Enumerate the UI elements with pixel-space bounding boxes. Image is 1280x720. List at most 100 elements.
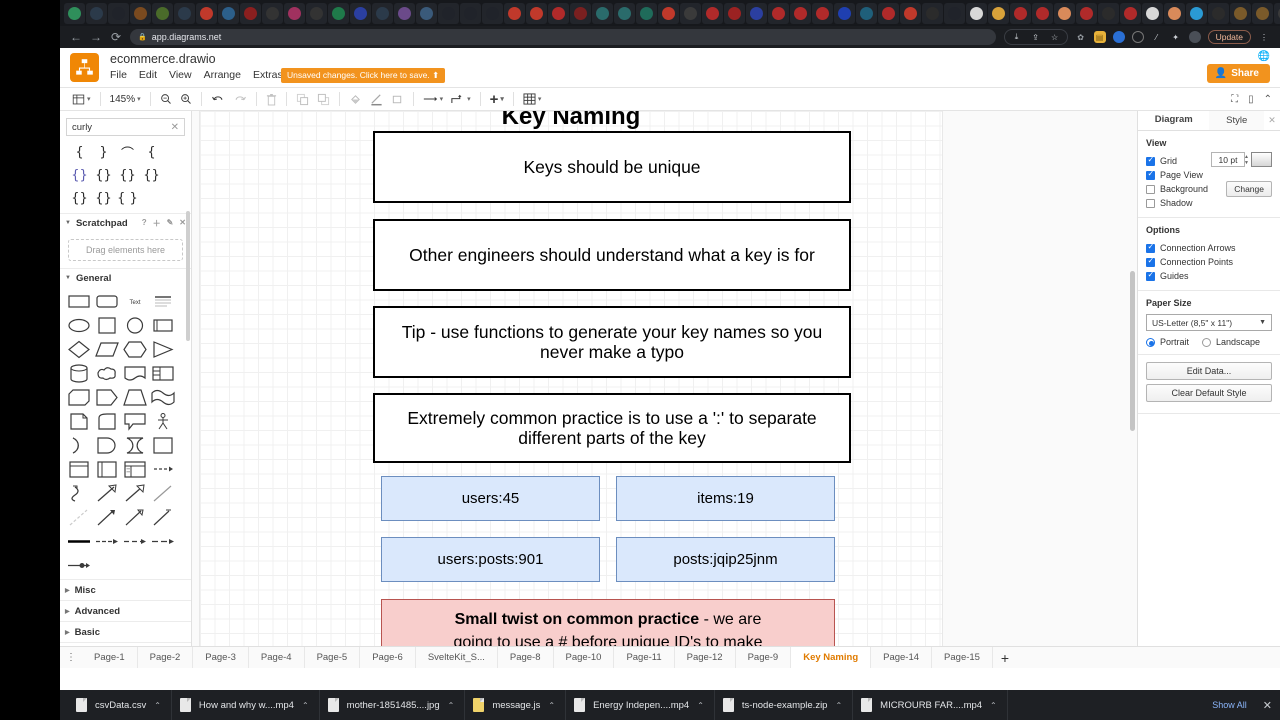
pen-extension-icon[interactable]: ⁄ bbox=[1151, 31, 1163, 43]
shape-result-glyph[interactable]: {} bbox=[116, 165, 139, 186]
browser-tab[interactable] bbox=[1230, 2, 1251, 24]
browser-tab[interactable] bbox=[218, 2, 239, 24]
general-shape[interactable] bbox=[151, 460, 175, 479]
grid-color-swatch[interactable] bbox=[1251, 152, 1272, 167]
add-page-button[interactable]: + bbox=[993, 650, 1017, 666]
chevron-up-icon[interactable]: ⌃ bbox=[835, 701, 842, 710]
general-shape[interactable] bbox=[95, 460, 119, 479]
connection-arrow-icon[interactable]: ▾ bbox=[419, 89, 448, 109]
browser-tab[interactable] bbox=[768, 2, 789, 24]
install-icon[interactable]: ⤓ bbox=[1011, 31, 1023, 43]
background-checkbox[interactable] bbox=[1146, 184, 1155, 194]
connection-points-row[interactable]: Connection Points bbox=[1146, 255, 1272, 269]
browser-tab[interactable] bbox=[1054, 2, 1075, 24]
download-item[interactable]: mother-1851485....jpg ⌃ bbox=[320, 690, 466, 720]
extensions-puzzle-icon[interactable]: ✿ bbox=[1075, 31, 1087, 43]
browser-tab[interactable] bbox=[988, 2, 1009, 24]
general-shape[interactable] bbox=[123, 364, 147, 383]
address-bar[interactable]: 🔒 app.diagrams.net bbox=[130, 29, 996, 45]
general-shape[interactable] bbox=[67, 532, 91, 551]
shape-result-glyph[interactable]: {} bbox=[140, 165, 163, 186]
browser-tab[interactable] bbox=[944, 2, 965, 24]
browser-tab[interactable] bbox=[526, 2, 547, 24]
general-shape[interactable] bbox=[95, 532, 119, 551]
page-menu-icon[interactable]: ⋮ bbox=[60, 652, 82, 663]
browser-tab[interactable] bbox=[438, 2, 459, 24]
update-button[interactable]: Update bbox=[1207, 30, 1251, 44]
general-shape[interactable] bbox=[151, 532, 175, 551]
pencil-icon[interactable]: ✎ bbox=[167, 218, 174, 229]
general-shape[interactable] bbox=[123, 436, 147, 455]
close-icon[interactable]: ✕ bbox=[1263, 699, 1272, 712]
bring-to-front-icon[interactable] bbox=[292, 89, 313, 109]
grid-size-stepper[interactable]: ▲ ▼ bbox=[1243, 152, 1250, 167]
browser-tab[interactable] bbox=[548, 2, 569, 24]
browser-tab[interactable] bbox=[878, 2, 899, 24]
change-background-button[interactable]: Change bbox=[1226, 181, 1272, 197]
page-tab-page-8[interactable]: Page-8 bbox=[498, 647, 554, 668]
browser-tab[interactable] bbox=[834, 2, 855, 24]
chevron-up-icon[interactable]: ⌃ bbox=[154, 701, 161, 710]
shape-items-19[interactable]: items:19 bbox=[616, 476, 835, 521]
general-shape[interactable] bbox=[123, 460, 147, 479]
chevron-up-icon[interactable]: ⌃ bbox=[548, 701, 555, 710]
browser-tab[interactable] bbox=[196, 2, 217, 24]
shape-result-glyph[interactable]: ⌒ bbox=[116, 142, 139, 163]
general-shape[interactable] bbox=[67, 292, 91, 311]
background-checkbox-row[interactable]: Background Change bbox=[1146, 181, 1272, 197]
browser-tab[interactable] bbox=[174, 2, 195, 24]
collapse-icon[interactable]: ⌃ bbox=[1264, 94, 1272, 105]
plus-icon[interactable]: ＋ bbox=[153, 218, 161, 229]
browser-tab[interactable] bbox=[1186, 2, 1207, 24]
format-panel-icon[interactable]: ▯ bbox=[1248, 94, 1254, 105]
browser-tab[interactable] bbox=[262, 2, 283, 24]
page-tab-page-10[interactable]: Page-10 bbox=[554, 647, 615, 668]
grid-checkbox-row[interactable]: Grid 10 pt ▲▼ bbox=[1146, 152, 1272, 168]
page-view-checkbox[interactable] bbox=[1146, 169, 1155, 180]
download-item[interactable]: message.js ⌃ bbox=[465, 690, 567, 720]
page-tab-page-5[interactable]: Page-5 bbox=[305, 647, 361, 668]
browser-tab[interactable] bbox=[856, 2, 877, 24]
paper-size-select[interactable]: US-Letter (8,5" x 11") ▼ bbox=[1146, 314, 1272, 331]
browser-tab[interactable] bbox=[658, 2, 679, 24]
browser-tab[interactable] bbox=[1164, 2, 1185, 24]
connection-arrows-row[interactable]: Connection Arrows bbox=[1146, 241, 1272, 255]
browser-tab[interactable] bbox=[812, 2, 833, 24]
page-tab-sveltekit-s[interactable]: SvelteKit_S... bbox=[416, 647, 498, 668]
browser-tab[interactable] bbox=[108, 2, 129, 24]
reload-icon[interactable]: ⟳ bbox=[106, 30, 126, 44]
fill-color-icon[interactable] bbox=[345, 89, 366, 109]
general-shape[interactable] bbox=[95, 292, 119, 311]
close-icon[interactable]: ✕ bbox=[171, 122, 179, 133]
general-shape[interactable] bbox=[151, 412, 175, 431]
general-shape[interactable] bbox=[151, 292, 175, 311]
shape-result-glyph[interactable]: {} bbox=[68, 165, 91, 186]
notes-extension-icon[interactable]: ▤ bbox=[1093, 31, 1106, 43]
forward-icon[interactable]: → bbox=[86, 30, 106, 44]
browser-tab[interactable] bbox=[394, 2, 415, 24]
general-shape[interactable] bbox=[95, 412, 119, 431]
download-item[interactable]: csvData.csv ⌃ bbox=[68, 690, 172, 720]
close-icon[interactable]: ✕ bbox=[179, 218, 186, 229]
connection-points-checkbox[interactable] bbox=[1146, 256, 1155, 267]
general-shape[interactable] bbox=[95, 340, 119, 359]
browser-tab[interactable] bbox=[130, 2, 151, 24]
general-shape[interactable] bbox=[151, 388, 175, 407]
browser-tab[interactable] bbox=[922, 2, 943, 24]
page-tab-page-15[interactable]: Page-15 bbox=[932, 647, 993, 668]
browser-tab[interactable] bbox=[966, 2, 987, 24]
zoom-out-icon[interactable] bbox=[156, 89, 176, 109]
share-button[interactable]: 👤 Share bbox=[1206, 64, 1270, 83]
menu-edit[interactable]: Edit bbox=[139, 69, 157, 81]
browser-tab[interactable] bbox=[614, 2, 635, 24]
grid-checkbox[interactable] bbox=[1146, 155, 1155, 166]
general-shape[interactable] bbox=[151, 340, 175, 359]
shadow-checkbox[interactable] bbox=[1146, 198, 1155, 208]
view-layout-icon[interactable]: ▾ bbox=[68, 89, 95, 109]
canvas-scrollbar[interactable] bbox=[1130, 271, 1135, 431]
download-item[interactable]: Energy Indepen....mp4 ⌃ bbox=[566, 690, 715, 720]
general-shape[interactable] bbox=[123, 388, 147, 407]
download-item[interactable]: MICROURB FAR....mp4 ⌃ bbox=[853, 690, 1008, 720]
shape-result-glyph[interactable]: { bbox=[68, 142, 91, 163]
page-view-checkbox-row[interactable]: Page View bbox=[1146, 168, 1272, 182]
